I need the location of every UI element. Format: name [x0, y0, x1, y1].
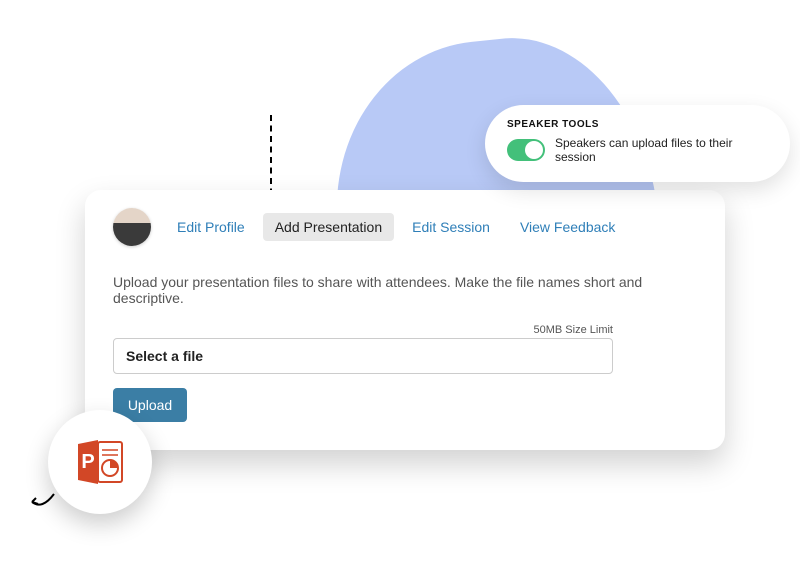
arrow-icon — [28, 492, 56, 512]
size-limit-label: 50MB Size Limit — [113, 324, 613, 336]
toggle-row: Speakers can upload files to their sessi… — [507, 136, 768, 164]
speaker-tools-card: SPEAKER TOOLS Speakers can upload files … — [485, 105, 790, 182]
toggle-knob — [525, 141, 543, 159]
powerpoint-badge: P — [48, 410, 152, 514]
tab-edit-profile[interactable]: Edit Profile — [165, 213, 257, 241]
tab-row: Edit Profile Add Presentation Edit Sessi… — [113, 208, 697, 246]
tab-add-presentation[interactable]: Add Presentation — [263, 213, 394, 241]
file-select-input[interactable]: Select a file — [113, 338, 613, 374]
toggle-label: Speakers can upload files to their sessi… — [555, 136, 768, 164]
file-placeholder: Select a file — [126, 348, 203, 364]
upload-instructions: Upload your presentation files to share … — [113, 274, 697, 306]
main-card: Edit Profile Add Presentation Edit Sessi… — [85, 190, 725, 450]
avatar[interactable] — [113, 208, 151, 246]
upload-files-toggle[interactable] — [507, 139, 545, 161]
speaker-tools-title: SPEAKER TOOLS — [507, 119, 768, 130]
tab-edit-session[interactable]: Edit Session — [400, 213, 502, 241]
upload-button-label: Upload — [128, 397, 172, 413]
tab-view-feedback[interactable]: View Feedback — [508, 213, 627, 241]
svg-text:P: P — [81, 451, 94, 473]
powerpoint-icon: P — [72, 434, 128, 490]
